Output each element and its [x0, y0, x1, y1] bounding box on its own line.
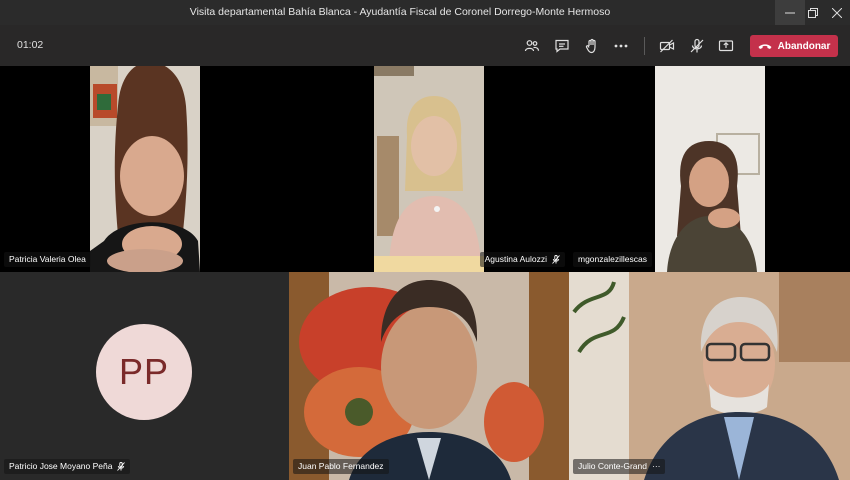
show-chat-button[interactable] — [552, 36, 572, 56]
leave-meeting-label: Abandonar — [777, 40, 831, 52]
video-tile-mgonzalezillescas[interactable]: mgonzalezillescas — [569, 66, 850, 272]
more-actions-button[interactable] — [611, 36, 631, 56]
window-titlebar: Visita departamental Bahía Blanca - Ayud… — [0, 0, 850, 25]
participant-name-tag: Patricio Jose Moyano Peña — [4, 459, 131, 474]
participant-name: Patricia Valeria Olea — [9, 254, 86, 264]
close-window-button[interactable] — [822, 0, 850, 25]
participant-name: mgonzalezillescas — [578, 254, 647, 264]
leave-meeting-button[interactable]: Abandonar — [750, 35, 838, 57]
participant-video-feed — [374, 66, 484, 272]
minimize-icon — [785, 12, 795, 13]
participants-icon — [524, 40, 540, 52]
participant-name: Agustina Aulozzi — [484, 254, 547, 264]
more-actions-icon — [614, 44, 628, 48]
share-screen-button[interactable] — [716, 36, 736, 56]
participant-name-tag: Juan Pablo Fernandez — [293, 459, 389, 474]
video-tile-julio-conte-grand[interactable]: Julio Conte-Grand ··· — [569, 272, 850, 480]
raise-hand-icon — [585, 38, 596, 54]
participant-more-options[interactable]: ··· — [652, 459, 661, 474]
toggle-camera-button[interactable] — [657, 36, 677, 56]
participant-name-tag: Agustina Aulozzi — [479, 252, 565, 267]
participant-name-tag: Julio Conte-Grand ··· — [573, 459, 666, 474]
avatar: PP — [96, 324, 192, 420]
share-screen-icon — [718, 40, 734, 52]
avatar-initials: PP — [118, 351, 170, 392]
mic-off-icon — [690, 38, 704, 53]
show-participants-button[interactable] — [522, 36, 542, 56]
window-title: Visita departamental Bahía Blanca - Ayud… — [189, 6, 611, 18]
mic-off-icon — [117, 462, 126, 471]
video-tile-juan-pablo-fernandez[interactable]: Juan Pablo Fernandez — [289, 272, 569, 480]
mic-off-icon — [552, 255, 560, 264]
video-tile-agustina-aulozzi[interactable]: Agustina Aulozzi — [289, 66, 569, 272]
video-tile-patricia-valeria-olea[interactable]: Patricia Valeria Olea — [0, 66, 289, 272]
restore-icon — [808, 7, 818, 18]
meeting-timer: 01:02 — [17, 39, 44, 51]
participant-name: Patricio Jose Moyano Peña — [9, 461, 113, 471]
participant-name-tag: mgonzalezillescas — [573, 252, 652, 267]
toggle-mic-button[interactable] — [687, 36, 707, 56]
meeting-toolbar: 01:02 Abandonar — [0, 25, 850, 66]
participant-video-feed — [289, 272, 569, 480]
camera-off-icon — [659, 39, 675, 53]
close-icon — [832, 7, 842, 18]
raise-hand-button[interactable] — [582, 36, 602, 56]
phone-hangup-icon — [758, 44, 772, 49]
participant-video-feed — [655, 66, 765, 272]
toolbar-divider — [644, 37, 645, 55]
chat-icon — [555, 39, 569, 53]
video-tile-patricio-jose-moyano-pena[interactable]: PP Patricio Jose Moyano Peña — [0, 272, 289, 480]
participant-video-feed — [569, 272, 850, 480]
participant-name: Julio Conte-Grand — [578, 461, 647, 471]
participant-name-tag: Patricia Valeria Olea — [4, 252, 91, 267]
participant-name: Juan Pablo Fernandez — [298, 461, 384, 471]
participant-video-feed — [90, 66, 200, 272]
